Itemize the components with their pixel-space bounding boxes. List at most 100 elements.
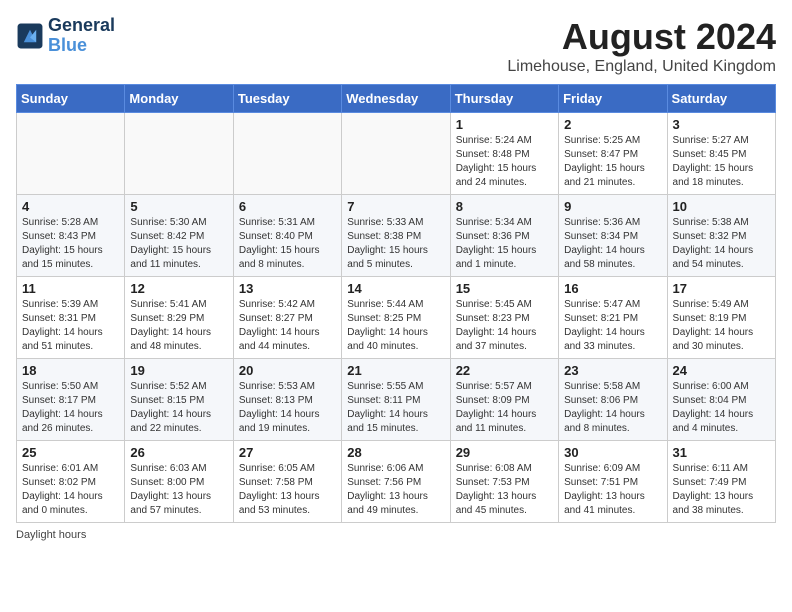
day-info: Sunrise: 5:53 AM Sunset: 8:13 PM Dayligh… (239, 380, 336, 436)
day-info: Sunrise: 5:24 AM Sunset: 8:48 PM Dayligh… (456, 134, 553, 190)
day-cell: 19 Sunrise: 5:52 AM Sunset: 8:15 PM Dayli… (125, 359, 233, 441)
day-info: Sunrise: 6:01 AM Sunset: 8:02 PM Dayligh… (22, 462, 119, 518)
day-number: 13 (239, 281, 336, 296)
day-info: Sunrise: 5:38 AM Sunset: 8:32 PM Dayligh… (673, 216, 770, 272)
day-number: 24 (673, 363, 770, 378)
day-info: Sunrise: 6:08 AM Sunset: 7:53 PM Dayligh… (456, 462, 553, 518)
day-cell: 24 Sunrise: 6:00 AM Sunset: 8:04 PM Dayli… (667, 359, 775, 441)
day-cell: 4Sunrise: 5:28 AM Sunset: 8:43 PM Daylig… (17, 195, 125, 277)
day-info: Sunrise: 6:00 AM Sunset: 8:04 PM Dayligh… (673, 380, 770, 436)
day-cell: 26Sunrise: 6:03 AM Sunset: 8:00 PM Dayli… (125, 441, 233, 523)
day-info: Sunrise: 5:52 AM Sunset: 8:15 PM Dayligh… (130, 380, 227, 436)
day-cell: 7 Sunrise: 5:33 AM Sunset: 8:38 PM Daylig… (342, 195, 450, 277)
day-cell: 11 Sunrise: 5:39 AM Sunset: 8:31 PM Dayli… (17, 277, 125, 359)
calendar-table: SundayMondayTuesdayWednesdayThursdayFrid… (16, 84, 776, 523)
day-cell: 21 Sunrise: 5:55 AM Sunset: 8:11 PM Dayli… (342, 359, 450, 441)
calendar-header-row: SundayMondayTuesdayWednesdayThursdayFrid… (17, 85, 776, 113)
day-info: Sunrise: 5:50 AM Sunset: 8:17 PM Dayligh… (22, 380, 119, 436)
week-row-4: 18Sunrise: 5:50 AM Sunset: 8:17 PM Dayli… (17, 359, 776, 441)
day-info: Sunrise: 5:33 AM Sunset: 8:38 PM Dayligh… (347, 216, 444, 272)
day-cell (125, 113, 233, 195)
day-number: 4 (22, 199, 119, 214)
day-cell: 14 Sunrise: 5:44 AM Sunset: 8:25 PM Dayli… (342, 277, 450, 359)
day-info: Sunrise: 5:47 AM Sunset: 8:21 PM Dayligh… (564, 298, 661, 354)
day-info: Sunrise: 5:30 AM Sunset: 8:42 PM Dayligh… (130, 216, 227, 272)
col-header-sunday: Sunday (17, 85, 125, 113)
day-cell: 13 Sunrise: 5:42 AM Sunset: 8:27 PM Dayli… (233, 277, 341, 359)
day-cell: 23 Sunrise: 5:58 AM Sunset: 8:06 PM Dayli… (559, 359, 667, 441)
day-cell: 6 Sunrise: 5:31 AM Sunset: 8:40 PM Daylig… (233, 195, 341, 277)
day-cell: 16 Sunrise: 5:47 AM Sunset: 8:21 PM Dayli… (559, 277, 667, 359)
day-number: 29 (456, 445, 553, 460)
day-number: 30 (564, 445, 661, 460)
day-number: 6 (239, 199, 336, 214)
day-number: 9 (564, 199, 661, 214)
day-cell: 29 Sunrise: 6:08 AM Sunset: 7:53 PM Dayli… (450, 441, 558, 523)
day-number: 16 (564, 281, 661, 296)
day-cell: 18Sunrise: 5:50 AM Sunset: 8:17 PM Dayli… (17, 359, 125, 441)
day-cell: 20Sunrise: 5:53 AM Sunset: 8:13 PM Dayli… (233, 359, 341, 441)
day-cell: 30Sunrise: 6:09 AM Sunset: 7:51 PM Dayli… (559, 441, 667, 523)
day-number: 10 (673, 199, 770, 214)
subtitle: Limehouse, England, United Kingdom (507, 58, 776, 76)
day-number: 21 (347, 363, 444, 378)
day-info: Sunrise: 5:39 AM Sunset: 8:31 PM Dayligh… (22, 298, 119, 354)
day-info: Sunrise: 5:58 AM Sunset: 8:06 PM Dayligh… (564, 380, 661, 436)
day-cell: 5 Sunrise: 5:30 AM Sunset: 8:42 PM Daylig… (125, 195, 233, 277)
day-number: 1 (456, 117, 553, 132)
day-info: Sunrise: 5:42 AM Sunset: 8:27 PM Dayligh… (239, 298, 336, 354)
week-row-5: 25 Sunrise: 6:01 AM Sunset: 8:02 PM Dayli… (17, 441, 776, 523)
day-number: 5 (130, 199, 227, 214)
main-title: August 2024 (507, 16, 776, 58)
day-cell: 12Sunrise: 5:41 AM Sunset: 8:29 PM Dayli… (125, 277, 233, 359)
day-info: Sunrise: 5:27 AM Sunset: 8:45 PM Dayligh… (673, 134, 770, 190)
week-row-3: 11 Sunrise: 5:39 AM Sunset: 8:31 PM Dayli… (17, 277, 776, 359)
day-cell: 10 Sunrise: 5:38 AM Sunset: 8:32 PM Dayli… (667, 195, 775, 277)
col-header-saturday: Saturday (667, 85, 775, 113)
logo-icon (16, 22, 44, 50)
col-header-friday: Friday (559, 85, 667, 113)
day-cell: 17Sunrise: 5:49 AM Sunset: 8:19 PM Dayli… (667, 277, 775, 359)
day-info: Sunrise: 6:11 AM Sunset: 7:49 PM Dayligh… (673, 462, 770, 518)
day-cell: 28Sunrise: 6:06 AM Sunset: 7:56 PM Dayli… (342, 441, 450, 523)
day-number: 11 (22, 281, 119, 296)
day-info: Sunrise: 5:55 AM Sunset: 8:11 PM Dayligh… (347, 380, 444, 436)
day-number: 3 (673, 117, 770, 132)
day-number: 15 (456, 281, 553, 296)
header: General Blue August 2024 Limehouse, Engl… (16, 16, 776, 76)
day-number: 27 (239, 445, 336, 460)
day-cell (233, 113, 341, 195)
day-number: 19 (130, 363, 227, 378)
day-number: 31 (673, 445, 770, 460)
day-info: Sunrise: 5:57 AM Sunset: 8:09 PM Dayligh… (456, 380, 553, 436)
day-number: 23 (564, 363, 661, 378)
day-info: Sunrise: 5:34 AM Sunset: 8:36 PM Dayligh… (456, 216, 553, 272)
day-number: 8 (456, 199, 553, 214)
day-cell: 1 Sunrise: 5:24 AM Sunset: 8:48 PM Daylig… (450, 113, 558, 195)
day-info: Sunrise: 5:44 AM Sunset: 8:25 PM Dayligh… (347, 298, 444, 354)
day-info: Sunrise: 6:06 AM Sunset: 7:56 PM Dayligh… (347, 462, 444, 518)
day-number: 7 (347, 199, 444, 214)
col-header-tuesday: Tuesday (233, 85, 341, 113)
week-row-1: 1 Sunrise: 5:24 AM Sunset: 8:48 PM Daylig… (17, 113, 776, 195)
calendar-body: 1 Sunrise: 5:24 AM Sunset: 8:48 PM Daylig… (17, 113, 776, 523)
day-cell: 2 Sunrise: 5:25 AM Sunset: 8:47 PM Daylig… (559, 113, 667, 195)
day-number: 22 (456, 363, 553, 378)
col-header-monday: Monday (125, 85, 233, 113)
day-number: 26 (130, 445, 227, 460)
logo-text: General Blue (48, 16, 115, 56)
day-cell: 15Sunrise: 5:45 AM Sunset: 8:23 PM Dayli… (450, 277, 558, 359)
day-cell (342, 113, 450, 195)
day-cell: 9Sunrise: 5:36 AM Sunset: 8:34 PM Daylig… (559, 195, 667, 277)
footer-note: Daylight hours (16, 529, 776, 541)
day-number: 14 (347, 281, 444, 296)
day-cell: 27Sunrise: 6:05 AM Sunset: 7:58 PM Dayli… (233, 441, 341, 523)
day-number: 2 (564, 117, 661, 132)
day-number: 12 (130, 281, 227, 296)
title-area: August 2024 Limehouse, England, United K… (507, 16, 776, 76)
day-cell: 25 Sunrise: 6:01 AM Sunset: 8:02 PM Dayli… (17, 441, 125, 523)
day-cell: 3 Sunrise: 5:27 AM Sunset: 8:45 PM Daylig… (667, 113, 775, 195)
day-number: 25 (22, 445, 119, 460)
day-info: Sunrise: 5:31 AM Sunset: 8:40 PM Dayligh… (239, 216, 336, 272)
day-info: Sunrise: 5:25 AM Sunset: 8:47 PM Dayligh… (564, 134, 661, 190)
